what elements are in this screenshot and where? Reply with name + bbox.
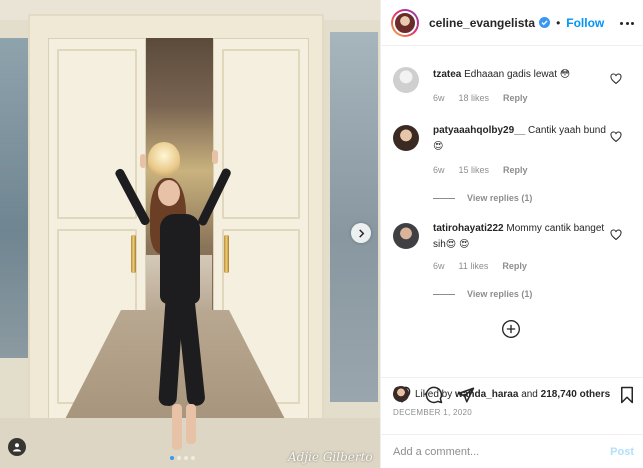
comment-username[interactable]: tzatea — [433, 69, 461, 80]
view-replies-label: View replies (1) — [467, 289, 533, 299]
commenter-avatar[interactable] — [393, 125, 419, 151]
liked-by-row: Liked by wanda_haraa and 218,740 others — [393, 386, 610, 402]
comment-input[interactable] — [393, 445, 611, 458]
save-button[interactable] — [618, 386, 636, 407]
comment-age[interactable]: 6w — [433, 93, 445, 103]
liked-by-middle: and — [521, 388, 538, 400]
view-replies-button[interactable]: View replies (1) — [433, 289, 532, 299]
heart-icon[interactable] — [610, 73, 622, 85]
comment-likes[interactable]: 11 likes — [459, 261, 489, 271]
carousel-dot — [177, 456, 181, 460]
more-options-icon[interactable] — [620, 16, 634, 30]
liker-avatar[interactable] — [393, 386, 409, 402]
header-separator: • — [556, 15, 561, 30]
liked-by-count[interactable]: 218,740 others — [541, 389, 611, 400]
view-replies-label: View replies (1) — [467, 193, 533, 203]
view-replies-line — [433, 197, 455, 199]
add-circle-icon[interactable] — [501, 319, 521, 339]
heart-icon[interactable] — [610, 131, 622, 143]
comments-list: tzatea Edhaaan gadis lewat 😳 6w 18 likes… — [381, 47, 643, 377]
author-avatar[interactable] — [391, 8, 419, 37]
comment-age[interactable]: 6w — [433, 261, 445, 271]
add-comment-bar: Post — [381, 434, 643, 468]
user-tag-icon — [13, 443, 21, 452]
post-media[interactable]: Adjie Gilberto — [0, 0, 380, 468]
post-sidebar: celine_evangelista • Follow tzatea Edhaa… — [380, 0, 643, 468]
comment-username[interactable]: patyaaahqolby29__ — [433, 125, 525, 136]
view-replies-button[interactable]: View replies (1) — [433, 193, 532, 203]
chandelier — [148, 142, 180, 176]
comment-content: Edhaaan gadis lewat 😳 — [464, 69, 571, 80]
user-tag-button[interactable] — [8, 438, 26, 456]
commenter-avatar[interactable] — [393, 223, 419, 249]
comment-meta: 6w 15 likes Reply — [433, 165, 528, 175]
comment-username[interactable]: tatirohayati222 — [433, 223, 504, 234]
comment-likes[interactable]: 18 likes — [459, 93, 490, 103]
reply-button[interactable]: Reply — [503, 93, 528, 103]
liked-by-user[interactable]: wanda_haraa — [455, 389, 518, 400]
carousel-dot — [191, 456, 195, 460]
door-handle — [224, 235, 229, 273]
post-comment-button[interactable]: Post — [610, 446, 634, 458]
mural-right — [330, 32, 378, 402]
post-date[interactable]: DECEMBER 1, 2020 — [393, 408, 472, 417]
author-username[interactable]: celine_evangelista — [429, 16, 535, 30]
comment-age[interactable]: 6w — [433, 165, 445, 175]
comment-text: tzatea Edhaaan gadis lewat 😳 — [433, 67, 613, 83]
post-header: celine_evangelista • Follow — [381, 0, 643, 46]
save-icon — [621, 386, 633, 404]
comment-text: tatirohayati222 Mommy cantik banget sih😍… — [433, 221, 613, 253]
action-bar — [381, 377, 643, 404]
verified-badge-icon — [539, 17, 551, 28]
view-replies-line — [433, 293, 455, 295]
heart-icon[interactable] — [610, 229, 622, 241]
liked-by-prefix: Liked by — [415, 388, 453, 400]
door-panel — [222, 49, 300, 219]
carousel-indicator — [170, 456, 195, 460]
follow-button[interactable]: Follow — [566, 16, 604, 30]
reply-button[interactable]: Reply — [502, 261, 527, 271]
comment-meta: 6w 11 likes Reply — [433, 261, 527, 271]
door-handle — [131, 235, 136, 273]
chevron-right-icon — [358, 228, 364, 238]
comment-text: patyaaahqolby29__ Cantik yaah bund😍 — [433, 123, 613, 155]
carousel-dot — [170, 456, 174, 460]
commenter-avatar[interactable] — [393, 67, 419, 93]
reply-button[interactable]: Reply — [503, 165, 528, 175]
comment-likes[interactable]: 15 likes — [459, 165, 490, 175]
carousel-next-button[interactable] — [351, 223, 371, 243]
carousel-dot — [184, 456, 188, 460]
photo-watermark: Adjie Gilberto — [288, 450, 373, 464]
comment-meta: 6w 18 likes Reply — [433, 93, 528, 103]
